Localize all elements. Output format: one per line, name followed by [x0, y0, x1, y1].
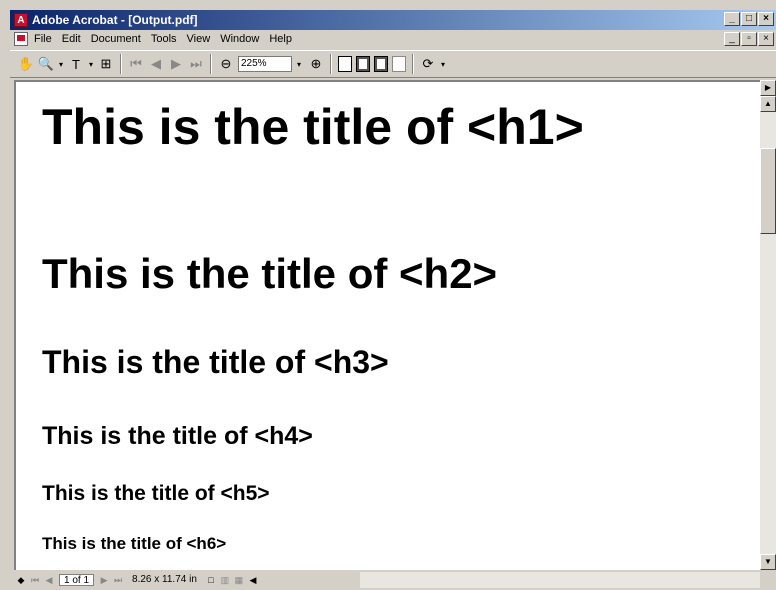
- document-window-controls: _ ▫ ×: [724, 32, 774, 46]
- rotate-dropdown-chevron-icon[interactable]: ▾: [438, 54, 448, 74]
- facing-layout-icon[interactable]: ▦: [232, 574, 246, 586]
- toolbar-divider: [412, 54, 414, 74]
- status-first-page-icon[interactable]: ⏮: [28, 574, 42, 586]
- toolbar-divider: [120, 54, 122, 74]
- menu-bar: File Edit Document Tools View Window Hel…: [10, 30, 776, 48]
- window-controls: _ □ ×: [724, 12, 774, 26]
- heading-h3: This is the title of <h3>: [42, 344, 389, 380]
- document-view[interactable]: This is the title of <h1> This is the ti…: [14, 80, 760, 570]
- zoom-in-icon[interactable]: ⊕: [306, 54, 326, 74]
- zoom-input[interactable]: 225%: [238, 56, 292, 72]
- graphics-select-tool-icon[interactable]: ⊞: [96, 54, 116, 74]
- actual-size-icon[interactable]: [338, 56, 352, 72]
- heading-h5: This is the title of <h5>: [42, 482, 270, 505]
- toolbar: ✋ 🔍 ▾ T ▾ ⊞ ⏮ ◀ ▶ ⏭ ⊖ 225% ▾ ⊕ ⟳ ▾: [10, 50, 776, 78]
- heading-h1: This is the title of <h1>: [42, 99, 584, 155]
- heading-h6: This is the title of <h6>: [42, 534, 227, 553]
- status-previous-page-icon[interactable]: ◀: [42, 574, 56, 586]
- vertical-scrollbar[interactable]: ▶ ▲ ▼: [760, 80, 776, 570]
- toolbar-divider: [210, 54, 212, 74]
- fit-width-icon[interactable]: [374, 56, 388, 72]
- status-last-page-icon[interactable]: ⏭: [111, 574, 125, 586]
- menu-view[interactable]: View: [187, 33, 211, 45]
- next-page-icon[interactable]: ▶: [166, 54, 186, 74]
- last-page-icon[interactable]: ⏭: [186, 54, 206, 74]
- previous-page-icon[interactable]: ◀: [146, 54, 166, 74]
- navigation-pane-toggle-icon[interactable]: ◆: [14, 574, 28, 586]
- minimize-button[interactable]: _: [724, 12, 740, 26]
- doc-minimize-button[interactable]: _: [724, 32, 740, 46]
- menu-document[interactable]: Document: [91, 33, 141, 45]
- close-button[interactable]: ×: [758, 12, 774, 26]
- menu-file[interactable]: File: [34, 33, 52, 45]
- zoom-tool-icon[interactable]: 🔍: [36, 54, 56, 74]
- first-page-icon[interactable]: ⏮: [126, 54, 146, 74]
- menu-help[interactable]: Help: [269, 33, 292, 45]
- scroll-left-arrow-icon[interactable]: ◀: [246, 574, 260, 586]
- text-select-dropdown-chevron-icon[interactable]: ▾: [86, 54, 96, 74]
- hand-tool-icon[interactable]: ✋: [16, 54, 36, 74]
- single-page-layout-icon[interactable]: □: [204, 574, 218, 586]
- menu-tools[interactable]: Tools: [151, 33, 177, 45]
- doc-close-button[interactable]: ×: [758, 32, 774, 46]
- continuous-layout-icon[interactable]: ▥: [218, 574, 232, 586]
- scroll-down-arrow-icon[interactable]: ▼: [760, 554, 776, 570]
- reflow-icon[interactable]: [392, 56, 406, 72]
- window-title: Adobe Acrobat - [Output.pdf]: [32, 13, 198, 27]
- rotate-view-icon[interactable]: ⟳: [418, 54, 438, 74]
- page-size-display: 8.26 x 11.74 in: [132, 574, 197, 585]
- zoom-dropdown-chevron-icon[interactable]: ▾: [56, 54, 66, 74]
- page-number-field[interactable]: 1 of 1: [59, 574, 95, 586]
- zoom-dropdown-icon[interactable]: ▾: [292, 54, 306, 74]
- menu-window[interactable]: Window: [220, 33, 259, 45]
- heading-h4: This is the title of <h4>: [42, 422, 313, 450]
- scroll-right-arrow-icon[interactable]: ▶: [760, 80, 776, 96]
- menu-edit[interactable]: Edit: [62, 33, 81, 45]
- status-next-page-icon[interactable]: ▶: [97, 574, 111, 586]
- text-select-tool-icon[interactable]: T: [66, 54, 86, 74]
- zoom-out-icon[interactable]: ⊖: [216, 54, 236, 74]
- maximize-button[interactable]: □: [741, 12, 757, 26]
- toolbar-divider: [330, 54, 332, 74]
- fit-page-icon[interactable]: [356, 56, 370, 72]
- scrollbar-thumb[interactable]: [760, 148, 776, 234]
- document-icon[interactable]: [14, 32, 28, 46]
- title-bar: A Adobe Acrobat - [Output.pdf] _ □ ×: [10, 10, 776, 30]
- doc-restore-button[interactable]: ▫: [741, 32, 757, 46]
- horizontal-scrollbar[interactable]: [360, 572, 760, 588]
- scroll-up-arrow-icon[interactable]: ▲: [760, 96, 776, 112]
- acrobat-app-icon: A: [14, 13, 28, 27]
- heading-h2: This is the title of <h2>: [42, 250, 498, 297]
